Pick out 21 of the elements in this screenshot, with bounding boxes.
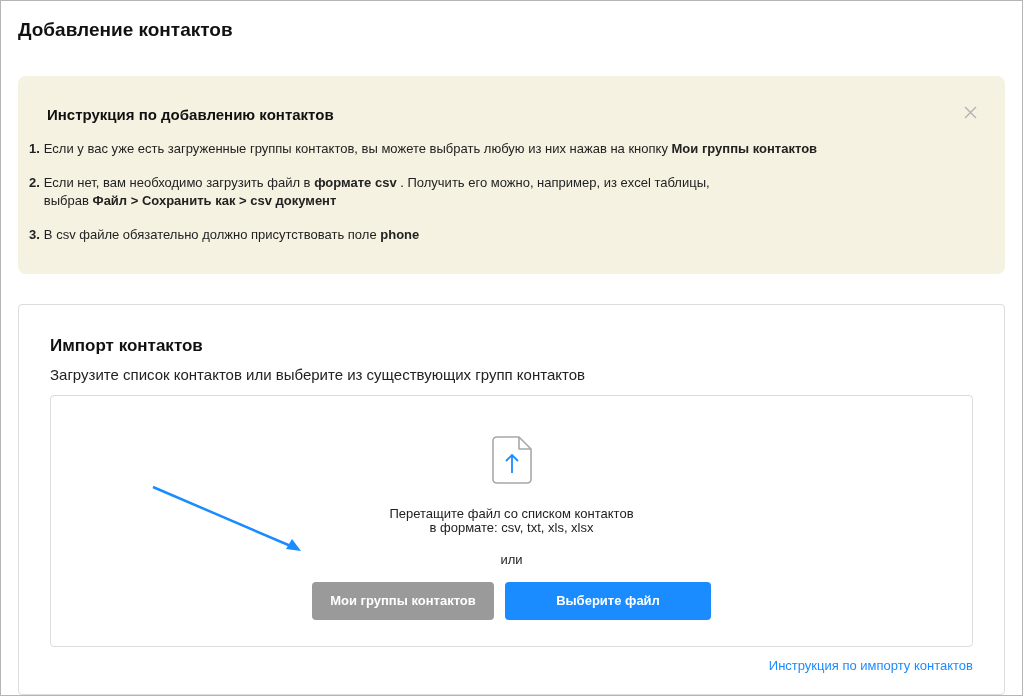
close-button[interactable] xyxy=(963,105,977,120)
step-text: Если нет, вам необходимо загрузить файл в формате csv . Получить его можно, например, из excel таблицы, xyxy=(43,173,710,192)
or-separator: или xyxy=(500,551,523,570)
step-text: В csv файле обязательно должно присутствовать поле phone xyxy=(43,225,420,244)
import-title: Импорт контактов xyxy=(50,335,203,358)
drop-hint: Перетащите файл со списком контактов xyxy=(389,507,634,522)
import-help-link[interactable]: Инструкция по импорту контактов xyxy=(768,656,973,676)
step-number: 3. xyxy=(29,225,40,244)
step-number: 2. xyxy=(29,173,40,192)
page-title: Добавление контактов xyxy=(18,18,233,42)
close-icon xyxy=(963,106,977,119)
instruction-title: Инструкция по добавлению контактов xyxy=(47,104,334,125)
import-subtitle: Загрузите список контактов или выберите из существующих групп контактов xyxy=(50,364,585,385)
step-text: выбрав Файл > Сохранить как > csv документ xyxy=(43,191,337,210)
drop-hint: в формате: csv, txt, xls, xlsx xyxy=(429,521,594,536)
choose-file-button[interactable]: Выберите файл xyxy=(505,581,711,620)
step-text: Если у вас уже есть загруженные группы контактов, вы можете выбрать любую из них нажав на кнопку Мои группы контактов xyxy=(43,139,818,158)
contact-groups-button[interactable]: Мои группы контактов xyxy=(312,581,494,620)
file-upload-icon xyxy=(491,436,532,485)
drop-zone[interactable]: Перетащите файл со списком контактов в формате: csv, txt, xls, xlsx или Мои группы контактов Выберите файл xyxy=(50,395,973,648)
step-number: 1. xyxy=(29,139,40,158)
